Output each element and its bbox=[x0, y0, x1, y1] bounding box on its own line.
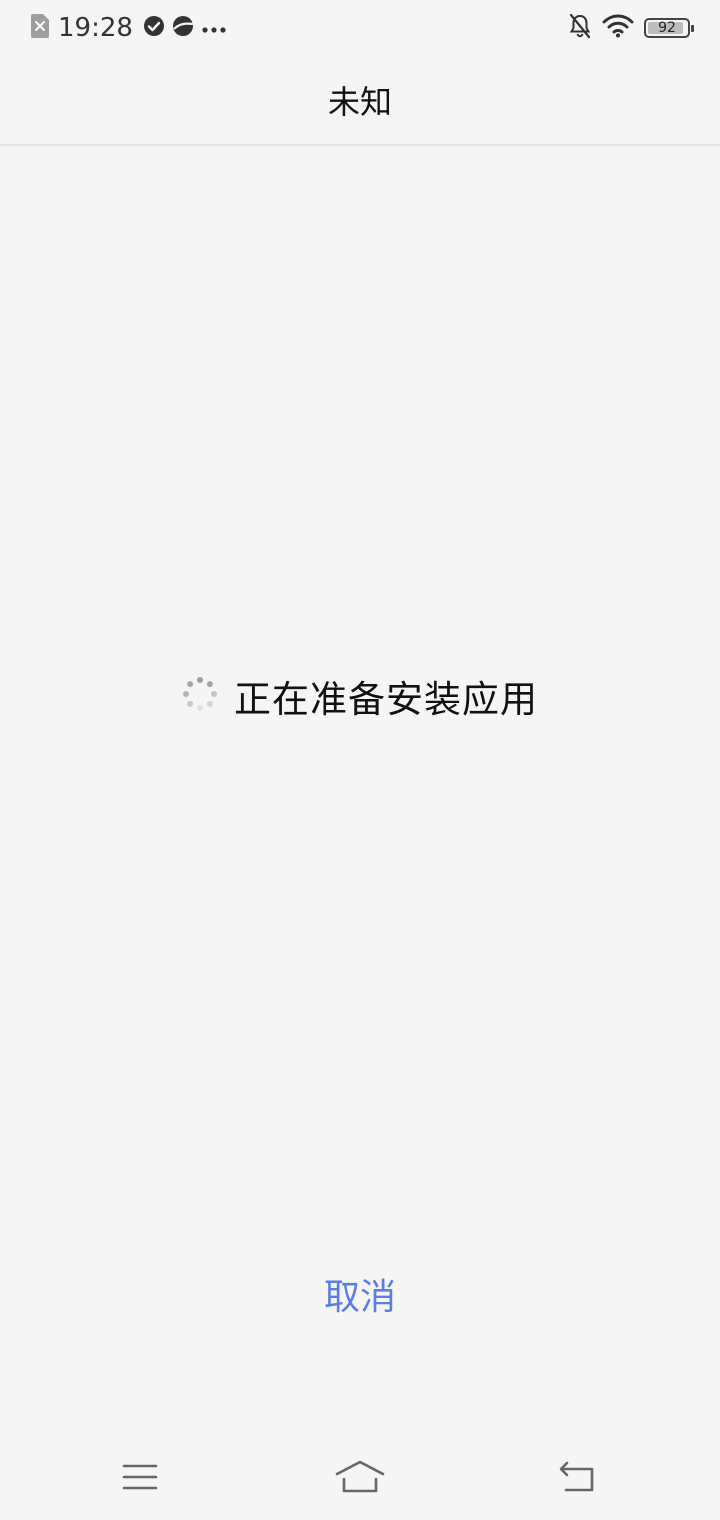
wifi-icon bbox=[602, 14, 634, 42]
page-title: 未知 bbox=[327, 83, 392, 121]
loading-text: 正在准备安装应用 bbox=[234, 678, 538, 721]
navigation-bar bbox=[0, 1440, 720, 1520]
title-bar: 未知 bbox=[0, 56, 720, 146]
battery-level: 92 bbox=[658, 20, 676, 36]
check-circle-icon bbox=[143, 15, 165, 41]
status-bar-left: 19:28 bbox=[30, 10, 227, 46]
status-bar-right: 92 bbox=[568, 10, 694, 46]
home-icon bbox=[335, 1460, 385, 1498]
sim-error-icon bbox=[30, 13, 50, 43]
menu-icon bbox=[122, 1463, 158, 1495]
home-button[interactable] bbox=[320, 1454, 400, 1504]
back-icon bbox=[558, 1461, 598, 1497]
bell-off-icon bbox=[568, 13, 592, 43]
cancel-button[interactable]: 取消 bbox=[260, 1262, 460, 1326]
browser-icon bbox=[171, 15, 195, 41]
status-bar: 19:28 92 bbox=[0, 0, 720, 56]
more-dots-icon bbox=[201, 19, 227, 38]
back-button[interactable] bbox=[538, 1454, 618, 1504]
loading-indicator: 正在准备安装应用 bbox=[0, 664, 720, 728]
battery-icon: 92 bbox=[644, 18, 694, 38]
menu-button[interactable] bbox=[100, 1454, 180, 1504]
status-time: 19:28 bbox=[58, 13, 133, 43]
spinner-icon bbox=[182, 676, 218, 716]
